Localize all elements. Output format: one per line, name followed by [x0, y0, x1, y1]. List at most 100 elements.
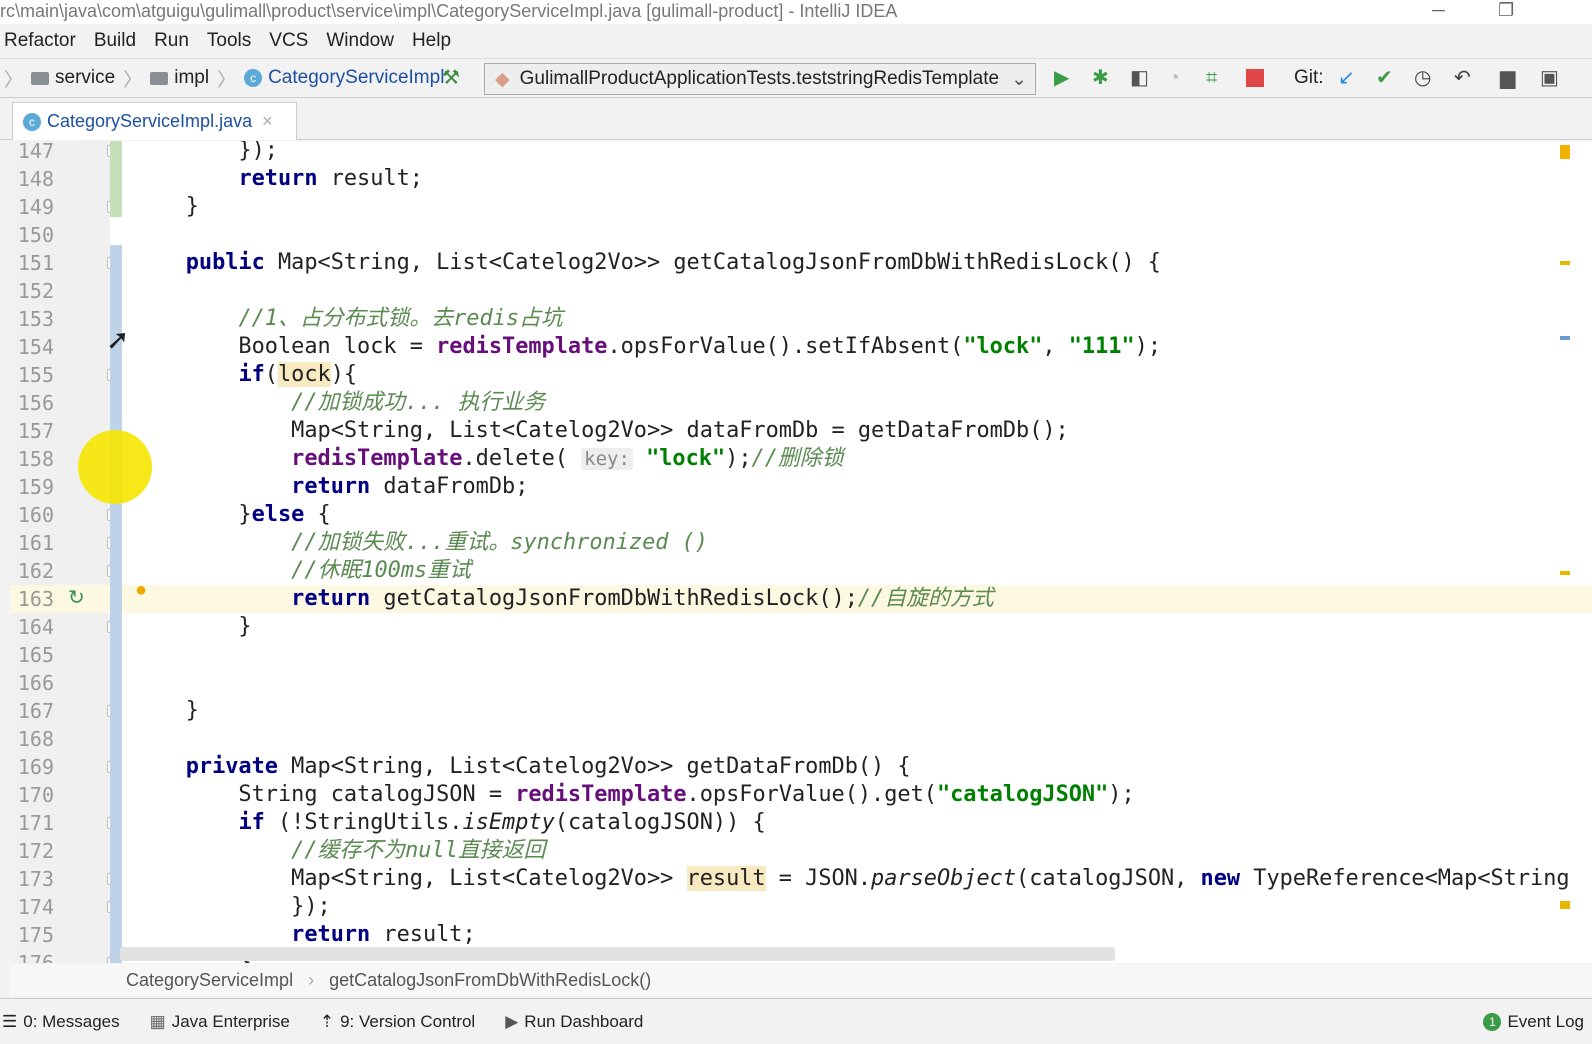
- code-token: Map<String, List<Catelog2Vo>> dataFromDb…: [133, 418, 1069, 443]
- tool-run-dashboard[interactable]: ▶ Run Dashboard: [505, 1012, 643, 1032]
- line-number[interactable]: 150: [10, 221, 54, 249]
- line-number[interactable]: 165: [10, 641, 54, 669]
- line-number[interactable]: 175: [10, 921, 54, 949]
- menu-build[interactable]: Build: [94, 26, 136, 56]
- project-structure-icon[interactable]: ▆: [1500, 67, 1515, 89]
- error-stripe[interactable]: [1550, 141, 1570, 963]
- line-number[interactable]: 159: [10, 473, 54, 501]
- menu-run[interactable]: Run: [154, 26, 189, 56]
- line-number[interactable]: 161: [10, 529, 54, 557]
- nav-crumb-class[interactable]: c CategoryServiceImpl: [244, 67, 444, 89]
- code-line[interactable]: 153 //1、占分布式锁。去redis占坑: [10, 305, 1592, 333]
- line-number[interactable]: 167: [10, 697, 54, 725]
- line-number[interactable]: 168: [10, 725, 54, 753]
- profile-icon[interactable]: ◔: [1168, 67, 1180, 89]
- line-number[interactable]: 151: [10, 249, 54, 277]
- menu-window[interactable]: Window: [326, 26, 394, 56]
- lightbulb-icon[interactable]: ●: [135, 579, 147, 602]
- code-line[interactable]: 171 if (!StringUtils.isEmpty(catalogJSON…: [10, 809, 1592, 837]
- tool-java-enterprise[interactable]: ▦ Java Enterprise: [150, 1012, 290, 1032]
- line-number[interactable]: 169: [10, 753, 54, 781]
- code-line[interactable]: 162 //休眠100ms重试: [10, 557, 1592, 585]
- attach-debugger-icon[interactable]: ⌗: [1206, 67, 1217, 89]
- code-line[interactable]: 158 redisTemplate.delete( key: "lock");/…: [10, 445, 1592, 473]
- stop-icon[interactable]: [1246, 69, 1264, 87]
- line-number[interactable]: 166: [10, 669, 54, 697]
- code-line[interactable]: 175 return result;: [10, 921, 1592, 949]
- run-window-icon[interactable]: ▣: [1540, 67, 1559, 89]
- code-line[interactable]: 147 });: [10, 141, 1592, 165]
- code-line[interactable]: 165: [10, 641, 1592, 669]
- coverage-icon[interactable]: ◧: [1130, 67, 1149, 89]
- line-number[interactable]: 149: [10, 193, 54, 221]
- menu-refactor[interactable]: Refactor: [4, 26, 76, 56]
- line-number[interactable]: 172: [10, 837, 54, 865]
- code-line[interactable]: 168: [10, 725, 1592, 753]
- line-number[interactable]: 160: [10, 501, 54, 529]
- code-editor[interactable]: 147 }); 148 return result; 149 } 150 151 pub…: [10, 141, 1592, 963]
- run-icon[interactable]: ▶: [1054, 67, 1069, 89]
- menu-help[interactable]: Help: [412, 26, 451, 56]
- history-icon[interactable]: ◷: [1414, 67, 1431, 89]
- minimize-button[interactable]: ─: [1432, 0, 1445, 21]
- git-update-icon[interactable]: ↙: [1338, 67, 1355, 89]
- line-number[interactable]: 156: [10, 389, 54, 417]
- code-line[interactable]: 157 Map<String, List<Catelog2Vo>> dataFr…: [10, 417, 1592, 445]
- breadcrumb-class[interactable]: CategoryServiceImpl: [126, 970, 293, 990]
- code-line[interactable]: 161 //加锁失败...重试。synchronized (): [10, 529, 1592, 557]
- code-line[interactable]: 170 String catalogJSON = redisTemplate.o…: [10, 781, 1592, 809]
- line-number[interactable]: 157: [10, 417, 54, 445]
- line-number[interactable]: 147: [10, 141, 54, 165]
- build-hammer-icon[interactable]: ⚒: [442, 67, 460, 89]
- line-number[interactable]: 152: [10, 277, 54, 305]
- run-configuration-select[interactable]: ◆ GulimallProductApplicationTests.testst…: [484, 63, 1036, 95]
- horizontal-scrollbar[interactable]: [120, 947, 1115, 961]
- line-number[interactable]: 164: [10, 613, 54, 641]
- code-line[interactable]: 160 }else {: [10, 501, 1592, 529]
- code-line[interactable]: 172 //缓存不为null直接返回: [10, 837, 1592, 865]
- git-commit-icon[interactable]: ✔: [1376, 67, 1393, 89]
- line-number[interactable]: 154: [10, 333, 54, 361]
- line-number[interactable]: 176: [10, 949, 54, 963]
- code-line[interactable]: 164 }: [10, 613, 1592, 641]
- tab-category-service-impl[interactable]: c CategoryServiceImpl.java ×: [12, 102, 297, 140]
- tool-version-control[interactable]: ⇡ 9: Version Control: [320, 1012, 475, 1032]
- line-number[interactable]: 170: [10, 781, 54, 809]
- code-line[interactable]: 149 }: [10, 193, 1592, 221]
- tool-event-log[interactable]: 1 Event Log: [1483, 1012, 1584, 1032]
- code-line[interactable]: 159 return dataFromDb;: [10, 473, 1592, 501]
- code-line[interactable]: 169 private Map<String, List<Catelog2Vo>…: [10, 753, 1592, 781]
- code-line[interactable]: 174 });: [10, 893, 1592, 921]
- restore-button[interactable]: ❐: [1498, 0, 1514, 21]
- menu-tools[interactable]: Tools: [207, 26, 251, 56]
- nav-crumb-service[interactable]: service: [31, 67, 115, 89]
- close-tab-icon[interactable]: ×: [262, 111, 273, 132]
- code-line[interactable]: 150: [10, 221, 1592, 249]
- line-number[interactable]: 153: [10, 305, 54, 333]
- line-number[interactable]: 173: [10, 865, 54, 893]
- line-number[interactable]: 158: [10, 445, 54, 473]
- code-line[interactable]: 173 Map<String, List<Catelog2Vo>> result…: [10, 865, 1592, 893]
- code-line[interactable]: 151 public Map<String, List<Catelog2Vo>>…: [10, 249, 1592, 277]
- code-line[interactable]: 148 return result;: [10, 165, 1592, 193]
- revert-icon[interactable]: ↶: [1454, 67, 1471, 89]
- code-line[interactable]: 154 Boolean lock = redisTemplate.opsForV…: [10, 333, 1592, 361]
- code-line[interactable]: 163 return getCatalogJsonFromDbWithRedis…: [10, 585, 1592, 613]
- change-marker-added[interactable]: [110, 141, 122, 217]
- line-number[interactable]: 171: [10, 809, 54, 837]
- code-line[interactable]: 156 //加锁成功... 执行业务: [10, 389, 1592, 417]
- tool-messages[interactable]: ☰ 0: Messages: [2, 1012, 120, 1032]
- line-number[interactable]: 162: [10, 557, 54, 585]
- debug-icon[interactable]: ✱: [1092, 67, 1109, 89]
- line-number[interactable]: 163: [10, 585, 54, 613]
- breadcrumb-method[interactable]: getCatalogJsonFromDbWithRedisLock(): [329, 970, 651, 990]
- code-line[interactable]: 167 }: [10, 697, 1592, 725]
- nav-crumb-impl[interactable]: impl: [150, 67, 209, 89]
- code-line[interactable]: 166: [10, 669, 1592, 697]
- line-number[interactable]: 155: [10, 361, 54, 389]
- code-line[interactable]: 152: [10, 277, 1592, 305]
- code-line[interactable]: 155 if(lock){: [10, 361, 1592, 389]
- menu-vcs[interactable]: VCS: [269, 26, 308, 56]
- line-number[interactable]: 148: [10, 165, 54, 193]
- line-number[interactable]: 174: [10, 893, 54, 921]
